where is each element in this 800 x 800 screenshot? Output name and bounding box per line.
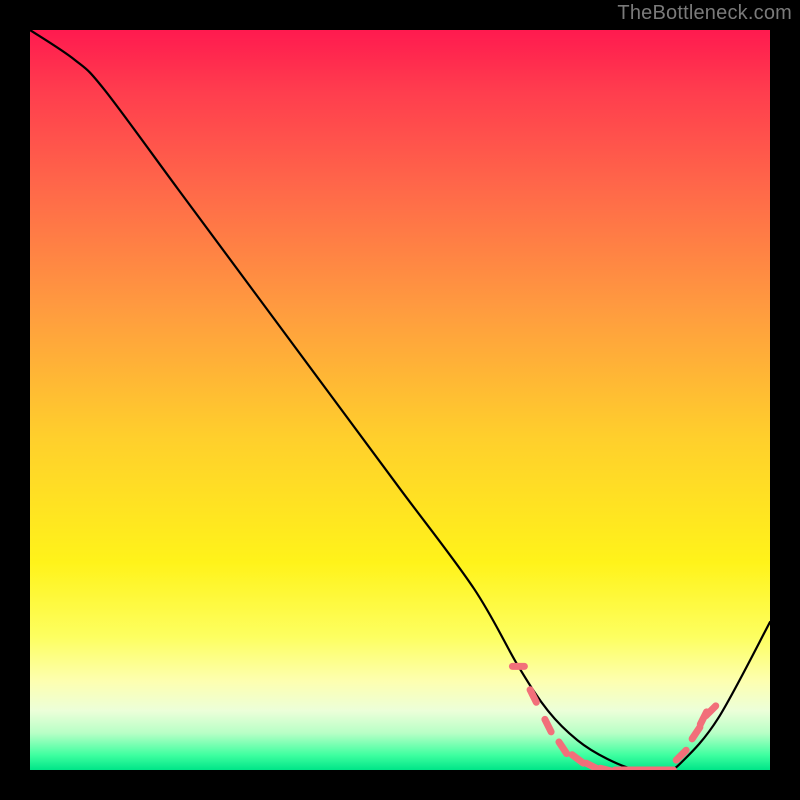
highlight-dot — [572, 755, 583, 763]
plot-area — [30, 30, 770, 770]
highlight-dot — [692, 727, 700, 739]
highlight-dot — [586, 763, 599, 769]
highlight-dot — [706, 706, 716, 716]
highlight-dot-group — [512, 666, 715, 770]
watermark-text: TheBottleneck.com — [617, 2, 792, 25]
highlight-dot — [545, 719, 551, 732]
curve-layer — [30, 30, 770, 770]
bottleneck-curve-line — [30, 30, 770, 770]
highlight-dot — [559, 742, 567, 754]
chart-frame: TheBottleneck.com — [0, 0, 800, 800]
